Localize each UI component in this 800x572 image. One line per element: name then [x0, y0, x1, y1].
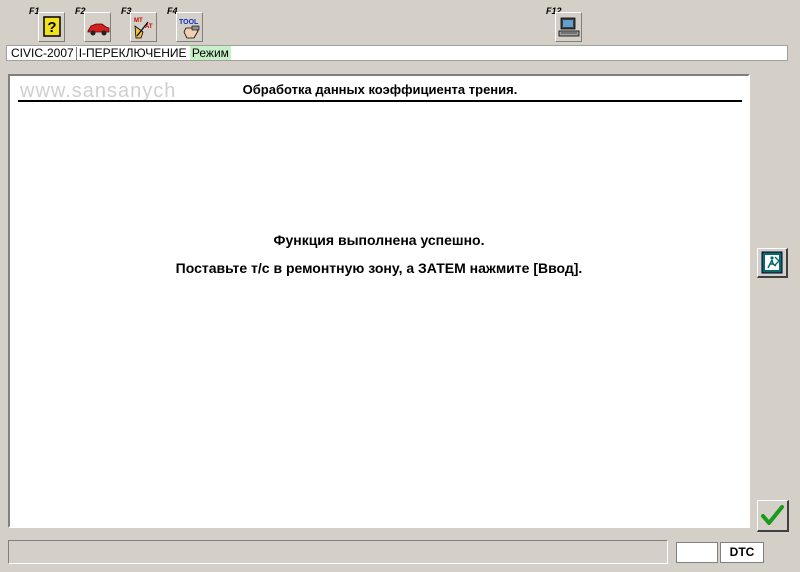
exit-button[interactable]: [757, 248, 788, 278]
success-message: Функция выполнена успешно.: [273, 232, 485, 248]
code-field: [676, 542, 718, 563]
print-computer-icon: [558, 17, 580, 37]
system-name: I-ПЕРЕКЛЮЧЕНИЕ: [78, 46, 187, 60]
mt-at-select-icon: MT AT: [134, 18, 153, 39]
bottom-bar: DTC: [8, 540, 792, 566]
f3-mt-at-button[interactable]: F3 MT AT: [120, 6, 158, 43]
status-separator: [75, 47, 77, 61]
f1-help-button[interactable]: F1 ?: [28, 6, 66, 43]
svg-text:?: ?: [47, 19, 56, 36]
tool-icon: TOOL: [179, 19, 200, 39]
mode-label: Режим: [189, 46, 231, 60]
enter-button[interactable]: [757, 500, 789, 532]
checkmark-icon: [761, 505, 784, 525]
instruction-message: Поставьте т/с в ремонтную зону, а ЗАТЕМ …: [175, 260, 583, 276]
vehicle-model: CIVIC-2007: [11, 46, 74, 60]
svg-text:MT: MT: [134, 18, 143, 24]
main-panel: www.sansanych Обработка данных коэффицие…: [8, 74, 750, 528]
f12-print-button[interactable]: F12: [545, 6, 583, 43]
exit-door-icon: [761, 251, 783, 274]
help-question-icon: ?: [43, 16, 61, 37]
dtc-indicator[interactable]: DTC: [720, 542, 764, 563]
vehicle-status-line: CIVIC-2007 I-ПЕРЕКЛЮЧЕНИЕ Режим: [6, 45, 788, 61]
svg-text:TOOL: TOOL: [179, 19, 199, 26]
toolbar: F1 ? F2 F3 MT AT F4 TOOL F12: [0, 0, 800, 44]
car-icon: [87, 23, 110, 36]
f2-vehicle-button[interactable]: F2: [74, 6, 112, 43]
bottom-status-field: [8, 540, 668, 564]
panel-title: Обработка данных коэффициента трения.: [18, 80, 742, 102]
f4-tool-button[interactable]: F4 TOOL: [166, 6, 204, 43]
